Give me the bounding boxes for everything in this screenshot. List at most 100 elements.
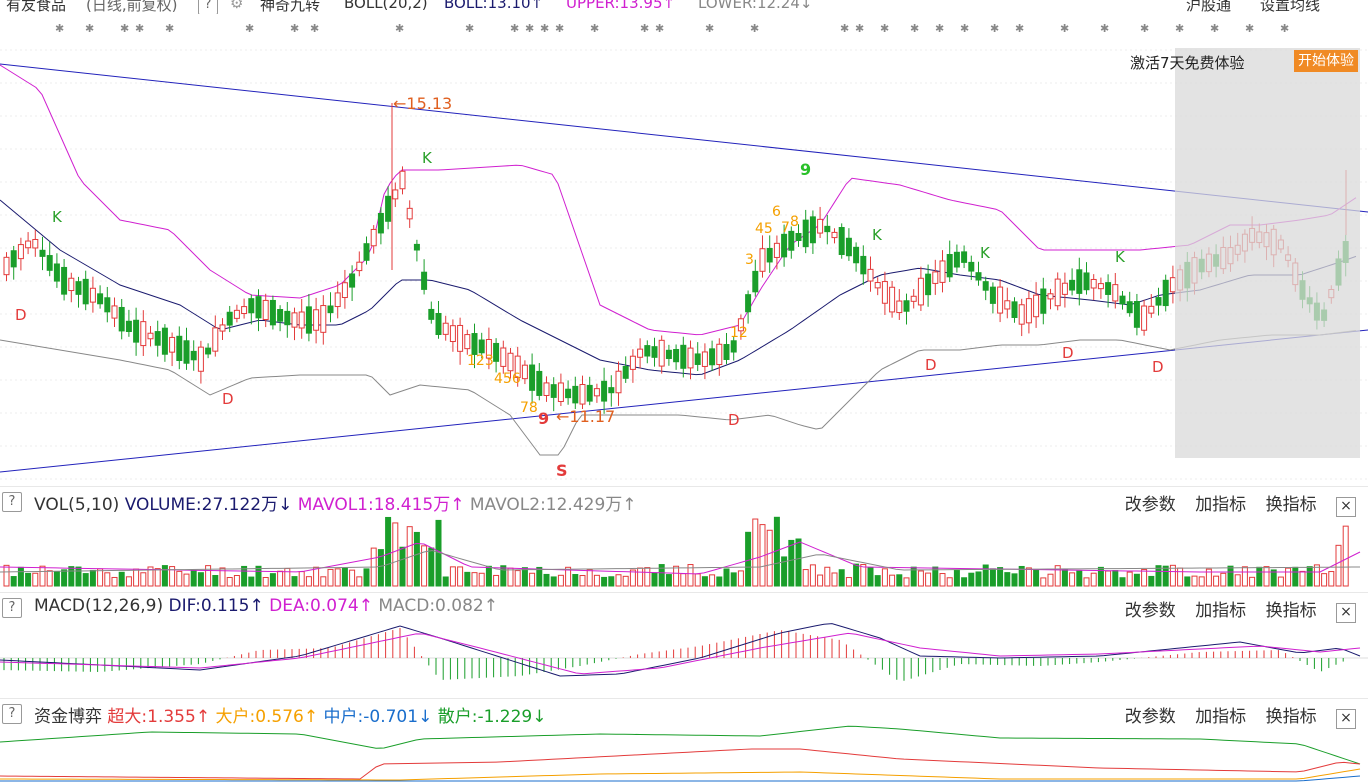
volume-bar xyxy=(53,571,60,587)
event-star-icon[interactable]: ✱ xyxy=(120,22,129,35)
volume-bar xyxy=(1256,566,1263,587)
event-star-icon[interactable]: ✱ xyxy=(395,22,404,35)
volume-chart[interactable] xyxy=(0,512,1368,590)
event-star-icon[interactable]: ✱ xyxy=(55,22,64,35)
event-star-icon[interactable]: ✱ xyxy=(510,22,519,35)
event-star-icon[interactable]: ✱ xyxy=(1015,22,1024,35)
volume-bar xyxy=(1184,576,1191,587)
help-button[interactable]: ? xyxy=(198,0,218,14)
volume-bar xyxy=(968,572,975,587)
candle-body xyxy=(817,218,824,234)
volume-bar xyxy=(665,574,672,587)
event-star-icon[interactable]: ✱ xyxy=(85,22,94,35)
candle-body xyxy=(550,384,557,398)
candle-body xyxy=(925,273,932,296)
event-star-icon[interactable]: ✱ xyxy=(990,22,999,35)
candle-body xyxy=(1141,305,1148,331)
candle-body xyxy=(248,298,255,314)
event-star-icon[interactable]: ✱ xyxy=(245,22,254,35)
candle-body xyxy=(982,281,989,291)
candle-body xyxy=(111,305,118,319)
candle-body xyxy=(464,334,471,350)
event-star-icon[interactable]: ✱ xyxy=(465,22,474,35)
volume-bar xyxy=(1263,566,1270,587)
event-star-icon[interactable]: ✱ xyxy=(1210,22,1219,35)
candle-body xyxy=(1162,279,1169,307)
candle-body xyxy=(903,300,910,312)
volume-bar xyxy=(1076,570,1083,587)
volume-bar xyxy=(536,566,543,587)
candle-body xyxy=(61,266,68,295)
ma-settings-link[interactable]: 设置均线 xyxy=(1260,0,1320,14)
event-star-icon[interactable]: ✱ xyxy=(705,22,714,35)
volume-bar xyxy=(190,570,197,587)
fund-help-button[interactable]: ? xyxy=(2,702,22,724)
event-star-icon[interactable]: ✱ xyxy=(880,22,889,35)
volume-bar xyxy=(723,568,730,587)
boll-lower-value: LOWER:12.24↓ xyxy=(698,0,813,12)
volume-bar xyxy=(212,575,219,587)
volume-bar xyxy=(1083,577,1090,587)
indicator-name[interactable]: 神奇九转 xyxy=(260,0,320,14)
event-star-icon[interactable]: ✱ xyxy=(590,22,599,35)
volume-bar xyxy=(1033,569,1040,587)
event-star-icon[interactable]: ✱ xyxy=(1100,22,1109,35)
volume-bar xyxy=(680,573,687,587)
event-star-icon[interactable]: ✱ xyxy=(855,22,864,35)
event-star-icon[interactable]: ✱ xyxy=(1175,22,1184,35)
volume-bar xyxy=(961,577,968,587)
candle-body xyxy=(802,219,809,248)
volume-bar xyxy=(1328,571,1335,587)
candle-body xyxy=(889,286,896,313)
event-star-icon[interactable]: ✱ xyxy=(555,22,564,35)
event-star-icon[interactable]: ✱ xyxy=(935,22,944,35)
candle-body xyxy=(968,261,975,272)
event-star-icon[interactable]: ✱ xyxy=(910,22,919,35)
vol-help-button[interactable]: ? xyxy=(2,490,22,512)
volume-bar xyxy=(651,572,658,587)
event-star-icon[interactable]: ✱ xyxy=(640,22,649,35)
event-star-icon[interactable]: ✱ xyxy=(1060,22,1069,35)
macd-chart[interactable] xyxy=(0,618,1368,696)
macd-help-button[interactable]: ? xyxy=(2,596,22,618)
event-star-icon[interactable]: ✱ xyxy=(165,22,174,35)
event-star-icon[interactable]: ✱ xyxy=(960,22,969,35)
volume-bar xyxy=(449,566,456,587)
candlestick-chart[interactable]: ←15.13←11.179S9KKKK KDDDDDD12345678123456… xyxy=(0,40,1368,480)
candle-body xyxy=(154,331,161,346)
volume-bar xyxy=(1292,566,1299,587)
event-star-icon[interactable]: ✱ xyxy=(1245,22,1254,35)
event-star-icon[interactable]: ✱ xyxy=(135,22,144,35)
dea-value: DEA:0.074↑ xyxy=(269,596,373,616)
volume-bar xyxy=(341,567,348,587)
candle-body xyxy=(457,324,464,352)
candle-body xyxy=(68,277,75,292)
event-star-icon[interactable]: ✱ xyxy=(540,22,549,35)
event-star-icon[interactable]: ✱ xyxy=(525,22,534,35)
settings-gear-icon[interactable]: ⚙ xyxy=(230,0,243,12)
event-star-icon[interactable]: ✱ xyxy=(1280,22,1289,35)
candle-body xyxy=(89,287,96,303)
candle-body xyxy=(644,345,651,357)
macd-label: MACD(12,26,9) xyxy=(34,596,164,616)
candle-body xyxy=(183,340,190,364)
event-star-icon[interactable]: ✱ xyxy=(1140,22,1149,35)
candle-body xyxy=(658,339,665,367)
event-star-icon[interactable]: ✱ xyxy=(655,22,664,35)
candle-body xyxy=(838,227,845,255)
event-star-icon[interactable]: ✱ xyxy=(310,22,319,35)
event-star-icon[interactable]: ✱ xyxy=(840,22,849,35)
hk-connect-link[interactable]: 沪股通 xyxy=(1186,0,1231,14)
fund-flow-chart[interactable] xyxy=(0,724,1368,783)
event-star-icon[interactable]: ✱ xyxy=(290,22,299,35)
event-star-icon[interactable]: ✱ xyxy=(750,22,759,35)
candle-body xyxy=(406,207,413,220)
start-trial-button[interactable]: 开始体验 xyxy=(1294,50,1358,72)
candle-body xyxy=(413,243,420,251)
candle-body xyxy=(147,332,154,340)
dea-line xyxy=(0,632,1361,675)
candle-body xyxy=(370,228,377,247)
k-signal-label: K xyxy=(422,149,433,167)
volume-bar xyxy=(1249,576,1256,587)
volume-bar xyxy=(845,577,852,587)
